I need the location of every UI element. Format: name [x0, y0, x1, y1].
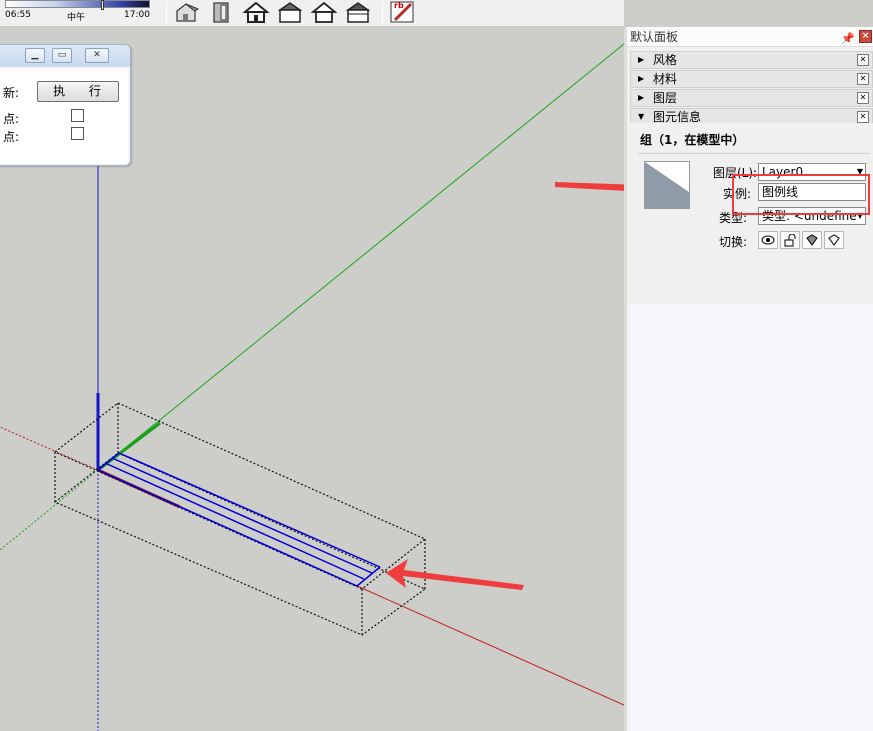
right-view-button[interactable]	[344, 0, 372, 24]
eye-icon	[761, 235, 775, 245]
section-label: 风格	[653, 53, 678, 67]
home-view-button[interactable]	[242, 0, 270, 24]
entity-title: 组（1，在模型中）	[640, 133, 745, 147]
section-materials[interactable]: ▶ 材料 ✕	[630, 70, 873, 88]
minimize-button[interactable]: ▁	[25, 48, 45, 63]
group-bounding-box	[53, 402, 427, 636]
iso-view-button[interactable]	[173, 0, 201, 24]
house-roof-icon	[311, 1, 337, 23]
plugin-dialog: ▁ ▭ ✕ 新: 执 行 点: 点:	[0, 44, 131, 166]
left-view-button[interactable]	[310, 0, 338, 24]
point-label-2: 点:	[3, 130, 20, 144]
front-view-button[interactable]	[208, 0, 236, 24]
house-box-icon	[345, 2, 371, 23]
green-axis-dotted	[0, 469, 99, 551]
expand-arrow-icon: ▶	[638, 55, 645, 64]
update-label: 新:	[3, 86, 20, 100]
legend-line-group[interactable]	[97, 452, 381, 587]
house-icon	[243, 1, 269, 23]
dialog-body: 新: 执 行 点: 点:	[0, 69, 128, 164]
cast-shadows-toggle[interactable]	[824, 231, 844, 249]
section-layers[interactable]: ▶ 图层 ✕	[630, 89, 873, 107]
section-close-icon[interactable]: ✕	[857, 54, 869, 66]
house-front-icon	[213, 2, 229, 23]
section-styles[interactable]: ▶ 风格 ✕	[630, 51, 873, 69]
tray-close-button[interactable]: ×	[859, 30, 872, 43]
section-label: 图层	[653, 91, 678, 105]
toolbar-separator	[382, 2, 383, 25]
tray-title-bar: 默认面板 📌 ×	[627, 27, 873, 47]
annotation-arrow-instance	[555, 182, 624, 191]
time-end-label: 17:00	[124, 10, 150, 20]
execute-button[interactable]: 执 行	[37, 81, 119, 102]
ruby-label: rb	[394, 1, 404, 10]
tray-title: 默认面板	[630, 30, 679, 44]
point-checkbox-2[interactable]	[71, 127, 84, 140]
section-close-icon[interactable]: ✕	[857, 73, 869, 85]
point-checkbox-1[interactable]	[71, 109, 84, 122]
section-close-icon[interactable]: ✕	[857, 92, 869, 104]
maximize-button[interactable]: ▭	[52, 48, 72, 63]
dialog-titlebar[interactable]: ▁ ▭ ✕	[0, 45, 130, 67]
toolbar: 06:55 中午 17:00 rb	[0, 0, 624, 27]
shadow-cast-icon	[828, 234, 840, 246]
house-outline-icon	[277, 2, 303, 23]
expand-arrow-icon: ▶	[638, 93, 645, 102]
divider	[638, 153, 870, 154]
annotation-highlight-box	[732, 174, 870, 215]
tray-empty-area	[630, 304, 873, 731]
section-close-icon[interactable]: ✕	[857, 111, 869, 123]
pin-icon[interactable]: 📌	[841, 29, 855, 49]
house-iso-icon	[176, 3, 200, 22]
shadow-time-slider[interactable]: 06:55 中午 17:00	[3, 0, 153, 23]
red-axis-dotted	[0, 426, 99, 471]
default-tray: 默认面板 📌 × ▶ 风格 ✕ ▶ 材料 ✕ ▶ 图层 ✕ ▼ 图元信息 ✕ 组…	[624, 27, 873, 731]
shadow-receive-icon	[806, 234, 818, 246]
time-mid-label: 中午	[67, 13, 86, 23]
lock-icon	[784, 233, 796, 246]
toggle-label: 切换:	[719, 235, 748, 249]
expand-arrow-icon: ▶	[638, 74, 645, 83]
toolbar-separator	[166, 2, 167, 25]
section-label: 材料	[653, 72, 678, 86]
visibility-toggle[interactable]	[758, 231, 778, 249]
component-thumbnail	[644, 161, 690, 209]
shadow-gradient-bar[interactable]	[5, 0, 150, 8]
green-axis	[97, 43, 624, 471]
receive-shadows-toggle[interactable]	[802, 231, 822, 249]
point-label-1: 点:	[3, 112, 20, 126]
back-view-button[interactable]	[276, 0, 304, 24]
lock-toggle[interactable]	[780, 231, 800, 249]
group-preview-icon	[645, 162, 689, 208]
annotation-arrow-lines	[386, 559, 524, 590]
time-start-label: 06:55	[5, 10, 31, 20]
shadow-slider-thumb[interactable]	[100, 0, 104, 10]
ruby-console-button[interactable]: rb	[389, 0, 417, 24]
close-button[interactable]: ✕	[85, 48, 109, 63]
